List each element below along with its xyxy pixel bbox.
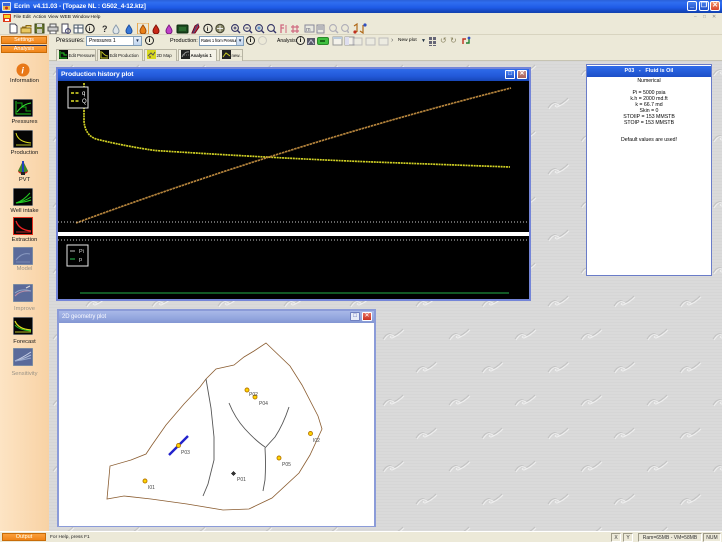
svg-text:i: i <box>207 26 209 33</box>
svg-text:Pi: Pi <box>79 249 84 255</box>
svg-text:m: m <box>306 27 311 33</box>
svg-text:P02: P02 <box>249 392 258 398</box>
svg-text:Q: Q <box>82 99 87 105</box>
svg-text:P05: P05 <box>282 462 291 468</box>
svg-text:I02: I02 <box>313 438 320 444</box>
svg-text:P04: P04 <box>259 401 268 407</box>
svg-text:q: q <box>82 91 85 97</box>
svg-text:P01: P01 <box>237 477 246 483</box>
svg-text:I01: I01 <box>148 485 155 491</box>
svg-text:i: i <box>89 26 91 33</box>
svg-text:P03: P03 <box>181 450 190 456</box>
svg-text:p: p <box>79 257 82 263</box>
svg-text:?: ? <box>102 24 108 34</box>
